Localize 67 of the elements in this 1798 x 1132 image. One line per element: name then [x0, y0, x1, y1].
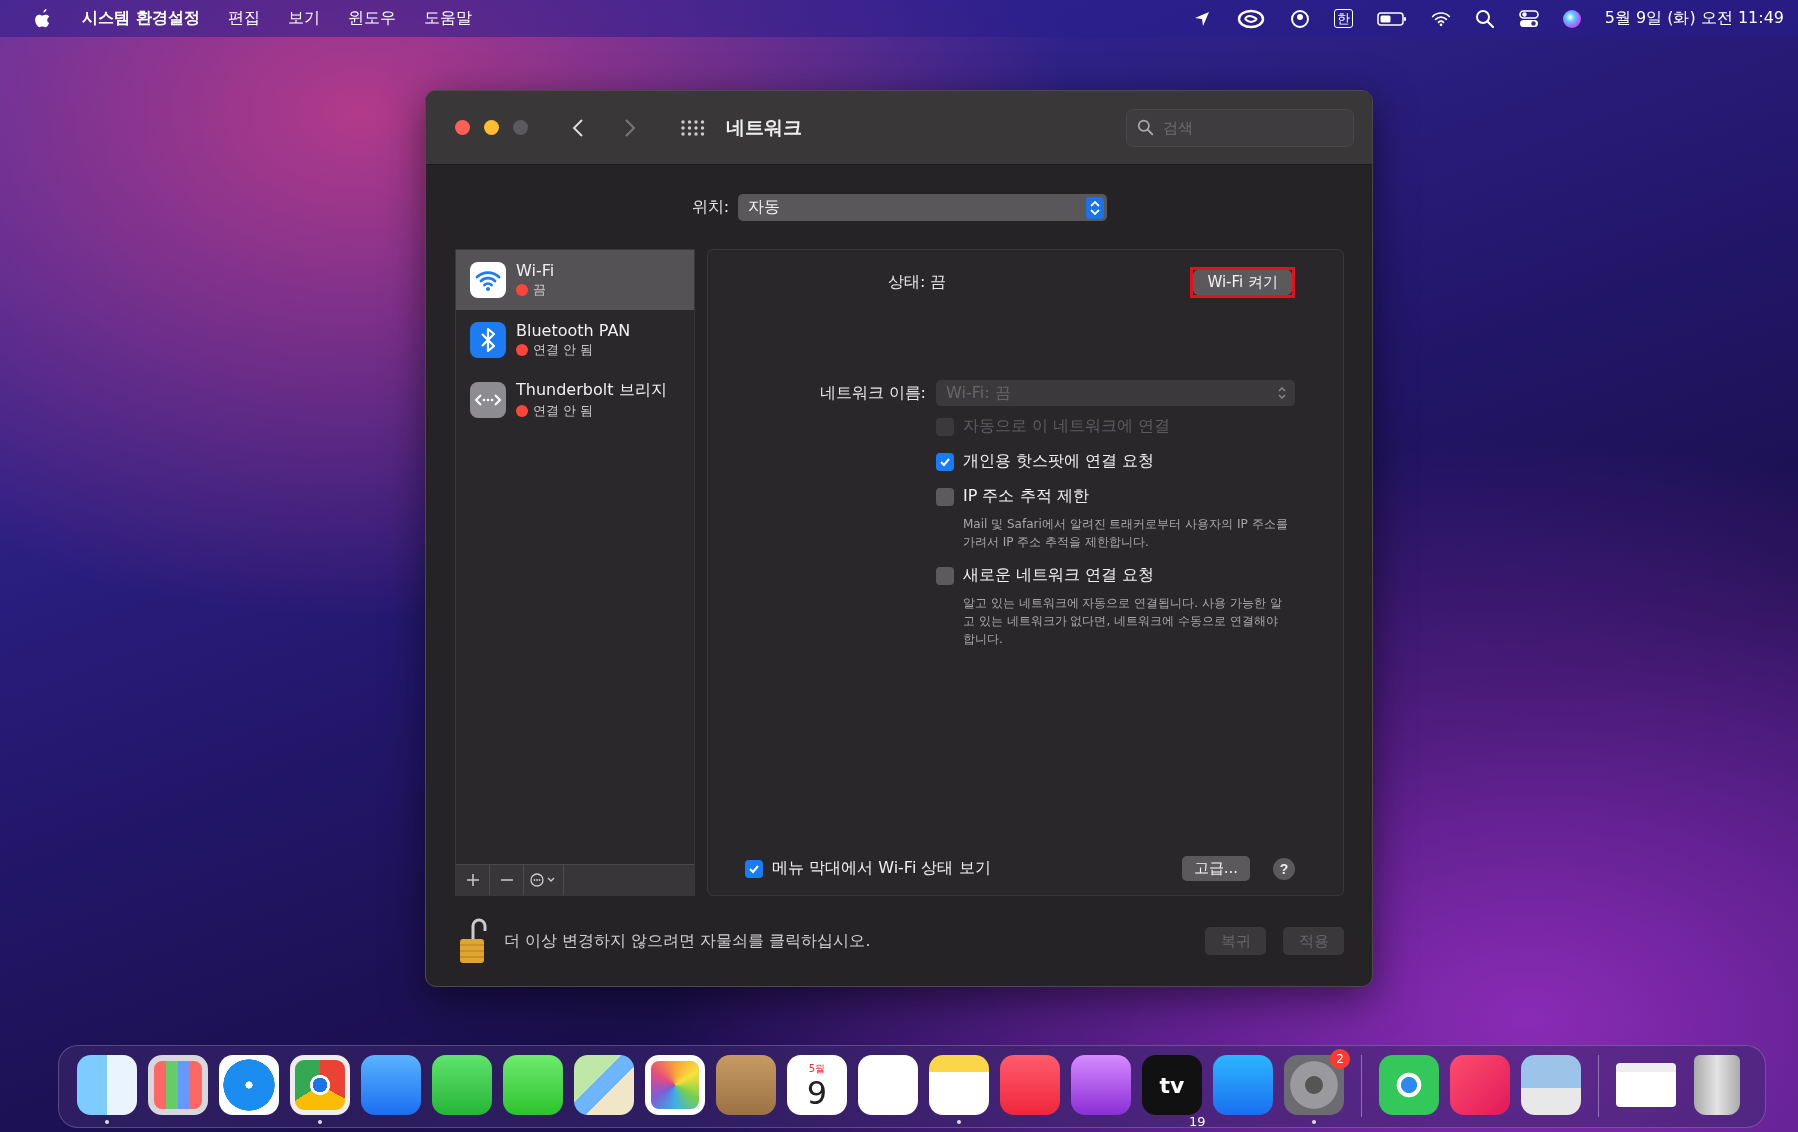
- search-icon: [1137, 118, 1154, 136]
- service-status: 연결 안 됨: [533, 402, 594, 420]
- tv-app-icon[interactable]: tv: [1142, 1055, 1202, 1115]
- trash-icon[interactable]: [1694, 1055, 1740, 1115]
- window-thumbnail-icon[interactable]: [1616, 1063, 1676, 1107]
- checkbox[interactable]: [936, 487, 954, 506]
- menu-app-name[interactable]: 시스템 환경설정: [82, 8, 200, 29]
- service-status: 연결 안 됨: [533, 341, 594, 359]
- siri-orb-icon[interactable]: [1562, 9, 1581, 28]
- location-dropdown[interactable]: 자동: [738, 194, 1108, 221]
- back-chevron-icon[interactable]: [572, 117, 584, 138]
- option-description: 알고 있는 네트워크에 자동으로 연결됩니다. 사용 가능한 알고 있는 네트워크가 없다면, 네트워크에 수동으로 연결해야 합니다.: [963, 595, 1283, 648]
- option-label: 메뉴 막대에서 Wi-Fi 상태 보기: [772, 858, 991, 879]
- ethernet-arrows-icon: [470, 382, 506, 418]
- lock-message: 더 이상 변경하지 않으려면 자물쇠를 클릭하십시오.: [504, 930, 871, 952]
- menu-item[interactable]: 도움말: [423, 8, 472, 29]
- calendar-month: 5월: [808, 1062, 826, 1076]
- service-status: 끔: [533, 281, 546, 299]
- checkbox[interactable]: [936, 452, 954, 471]
- close-button[interactable]: [455, 120, 470, 135]
- option-label: IP 주소 추적 제한: [963, 486, 1089, 507]
- menu-item[interactable]: 편집: [227, 8, 260, 29]
- wifi-on-button[interactable]: Wi-Fi 켜기: [1193, 270, 1292, 295]
- wifi-icon: [470, 262, 506, 298]
- menu-item[interactable]: 보기: [287, 8, 320, 29]
- option-description: Mail 및 Safari에서 알려진 트래커로부터 사용자의 IP 주소를 가려서 IP 주소 추적을 제한합니다.: [963, 516, 1289, 551]
- radar-icon[interactable]: [1379, 1055, 1439, 1115]
- help-button[interactable]: ?: [1273, 857, 1295, 880]
- advanced-button[interactable]: 고급...: [1181, 856, 1250, 881]
- menu-bar-clock[interactable]: 5월 9일 (화) 오전 11:49: [1604, 8, 1784, 29]
- checkbox[interactable]: [745, 859, 763, 878]
- user-circle-icon[interactable]: [1289, 8, 1310, 29]
- menu-item[interactable]: 윈도우: [347, 8, 396, 29]
- service-item[interactable]: Thunderbolt 브리지 연결 안 됨: [456, 370, 694, 430]
- network-name-label: 네트워크 이름:: [818, 382, 926, 404]
- apple-logo-icon[interactable]: [34, 8, 52, 29]
- service-name: Bluetooth PAN: [516, 321, 631, 340]
- status-label: 상태: 끔: [888, 272, 947, 293]
- grid-icon[interactable]: [680, 118, 706, 137]
- plus-icon: [465, 873, 480, 887]
- checkbox[interactable]: [936, 566, 954, 585]
- bluetooth-icon: [470, 322, 506, 358]
- search-icon[interactable]: [1474, 8, 1495, 29]
- service-item[interactable]: Wi-Fi 끔: [456, 250, 694, 310]
- calendar-icon[interactable]: 5월 9: [787, 1055, 847, 1115]
- notification-badge: 2: [1330, 1049, 1350, 1069]
- service-item[interactable]: Bluetooth PAN 연결 안 됨: [456, 310, 694, 370]
- calendar-day: 9: [806, 1076, 828, 1110]
- open-padlock-icon[interactable]: [458, 917, 488, 965]
- updown-chevron-icon: [1277, 385, 1287, 401]
- service-name: Wi-Fi: [516, 261, 555, 280]
- overlay-number: 19: [1189, 1115, 1206, 1128]
- browser-ring-icon[interactable]: [290, 1055, 350, 1115]
- toggles-icon[interactable]: [1518, 8, 1539, 29]
- tv-label: tv: [1159, 1072, 1185, 1098]
- stepper-icon: [1086, 196, 1105, 219]
- map-icon[interactable]: [574, 1055, 634, 1115]
- compass-icon[interactable]: [219, 1055, 279, 1115]
- service-name: Thunderbolt 브리지: [516, 380, 667, 401]
- window-title: 네트워크: [726, 114, 802, 140]
- location-label: 위치:: [691, 197, 730, 218]
- input-source-indicator[interactable]: 한: [1333, 9, 1353, 28]
- forward-chevron-icon[interactable]: [624, 117, 636, 138]
- option-label: 개인용 핫스팟에 연결 요청: [963, 451, 1155, 472]
- minimize-button[interactable]: [484, 120, 499, 135]
- notepad-icon[interactable]: [929, 1055, 989, 1115]
- option-label: 새로운 네트워크 연결 요청: [963, 565, 1155, 586]
